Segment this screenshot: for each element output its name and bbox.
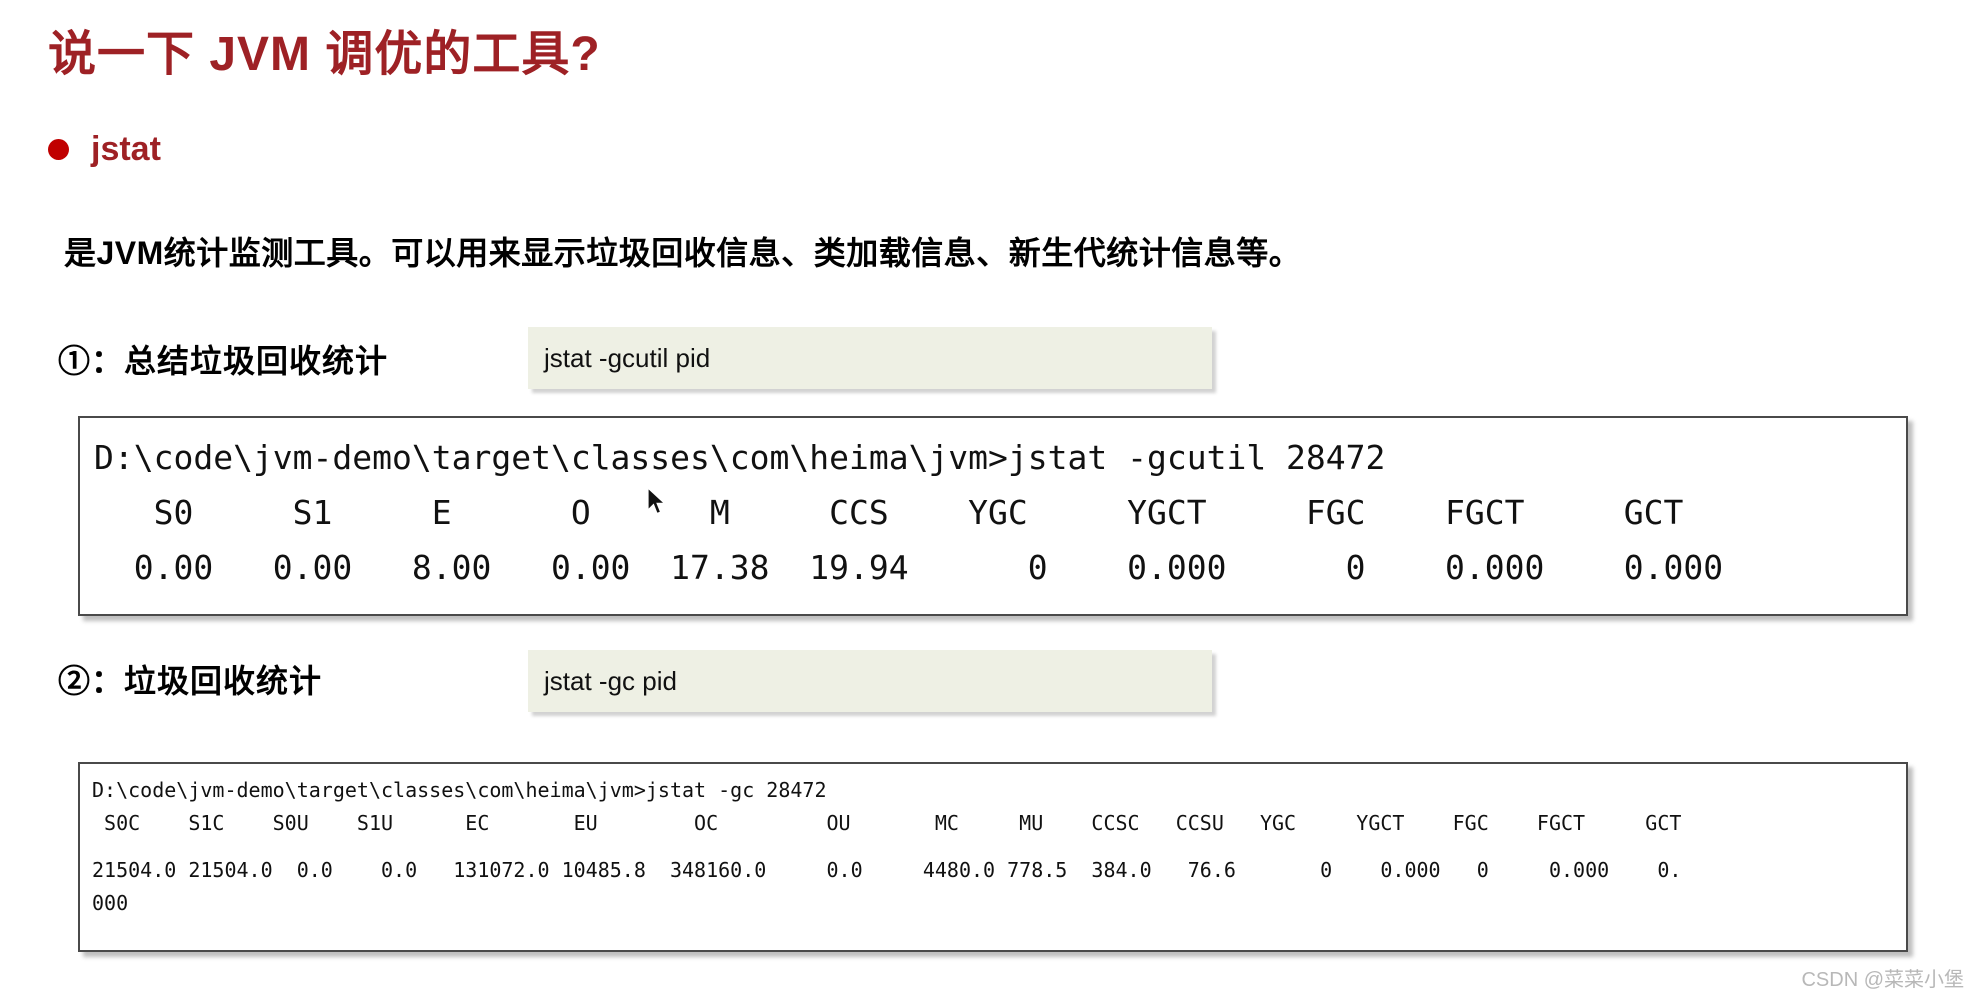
bullet-item-jstat: jstat: [48, 132, 161, 166]
description-text: 是JVM统计监测工具。可以用来显示垃圾回收信息、类加载信息、新生代统计信息等。: [64, 235, 1302, 271]
terminal-2-header-line: S0C S1C S0U S1U EC EU OC OU MC MU CCSC C…: [92, 811, 1682, 835]
section-2-label: ②：垃圾回收统计: [58, 663, 323, 699]
terminal-2-blank-line: [92, 840, 1896, 854]
bullet-item-label: jstat: [91, 130, 161, 168]
terminal-2-data-line-2: 000: [92, 891, 129, 915]
terminal-1-header-line: S0 S1 E O M CCS YGC YGCT FGC FGCT GCT: [94, 493, 1684, 532]
watermark-text: CSDN @菜菜小堡: [1801, 969, 1964, 991]
terminal-2-data-line-1: 21504.0 21504.0 0.0 0.0 131072.0 10485.8…: [92, 858, 1682, 882]
section-2-command-box: jstat -gc pid: [528, 650, 1212, 712]
page-title: 说一下 JVM 调优的工具?: [48, 28, 601, 81]
terminal-1-prompt-line: D:\code\jvm-demo\target\classes\com\heim…: [94, 438, 1386, 477]
section-1-label: ①：总结垃圾回收统计: [58, 343, 389, 379]
section-2-command-text: jstat -gc pid: [544, 665, 677, 696]
terminal-1-data-line: 0.00 0.00 8.00 0.00 17.38 19.94 0 0.000 …: [94, 548, 1724, 587]
terminal-2-prompt-line: D:\code\jvm-demo\target\classes\com\heim…: [92, 778, 827, 802]
terminal-output-gc: D:\code\jvm-demo\target\classes\com\heim…: [78, 762, 1908, 952]
section-1-command-text: jstat -gcutil pid: [544, 342, 711, 373]
section-1-command-box: jstat -gcutil pid: [528, 327, 1212, 389]
slide-canvas: 说一下 JVM 调优的工具? jstat 是JVM统计监测工具。可以用来显示垃圾…: [0, 0, 1984, 1000]
bullet-dot-icon: [48, 138, 69, 160]
terminal-output-gcutil: D:\code\jvm-demo\target\classes\com\heim…: [78, 416, 1908, 616]
